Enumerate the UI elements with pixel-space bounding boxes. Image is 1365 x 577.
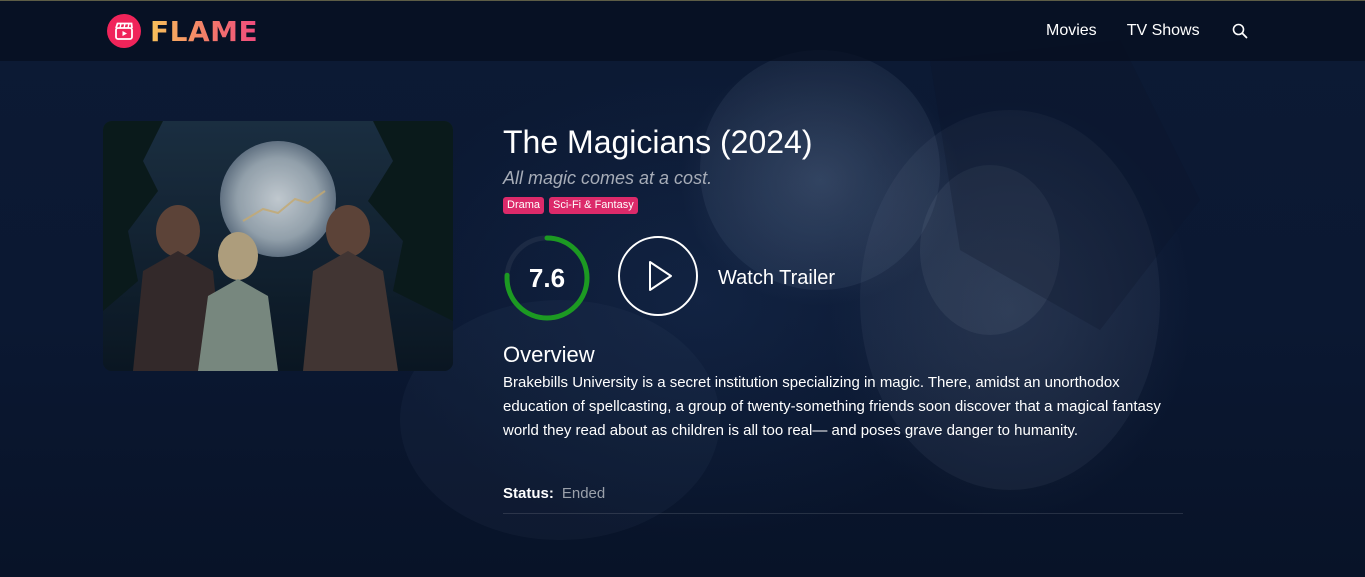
top-navbar: FLAME Movies TV Shows (0, 0, 1365, 61)
main-nav: Movies TV Shows (1046, 21, 1250, 41)
action-row: 7.6 Watch Trailer (503, 234, 1183, 322)
status-value: Ended (561, 485, 606, 502)
search-icon (1232, 23, 1248, 39)
genre-badge[interactable]: Drama (503, 197, 545, 214)
show-poster (103, 121, 453, 371)
search-button[interactable] (1230, 21, 1250, 41)
status-label: Status: (503, 485, 554, 502)
genre-list: Drama Sci-Fi & Fantasy (503, 197, 1183, 214)
overview-text: Brakebills University is a secret instit… (503, 374, 1161, 439)
nav-item-tv-shows[interactable]: TV Shows (1127, 21, 1200, 41)
show-title: The Magicians (2024) (503, 124, 813, 160)
logo-link[interactable]: FLAME (107, 12, 258, 50)
clapperboard-play-icon (107, 14, 141, 48)
status-row: Status: Ended (503, 483, 1183, 514)
logo-text: FLAME (150, 14, 259, 48)
show-details: The Magicians (2024) All magic comes at … (503, 120, 1183, 514)
rating-value: 7.6 (528, 262, 566, 293)
overview-heading: Overview (503, 342, 595, 367)
rating-circle: 7.6 (503, 234, 591, 322)
watch-trailer-link[interactable]: Watch Trailer (718, 266, 835, 290)
genre-badge[interactable]: Sci-Fi & Fantasy (549, 197, 638, 214)
play-icon (649, 261, 672, 291)
play-trailer-button[interactable] (618, 236, 698, 316)
nav-item-movies[interactable]: Movies (1046, 21, 1097, 41)
show-detail-page: FLAME Movies TV Shows The Magicians (202… (0, 0, 1365, 577)
show-tagline: All magic comes at a cost. (503, 168, 713, 188)
